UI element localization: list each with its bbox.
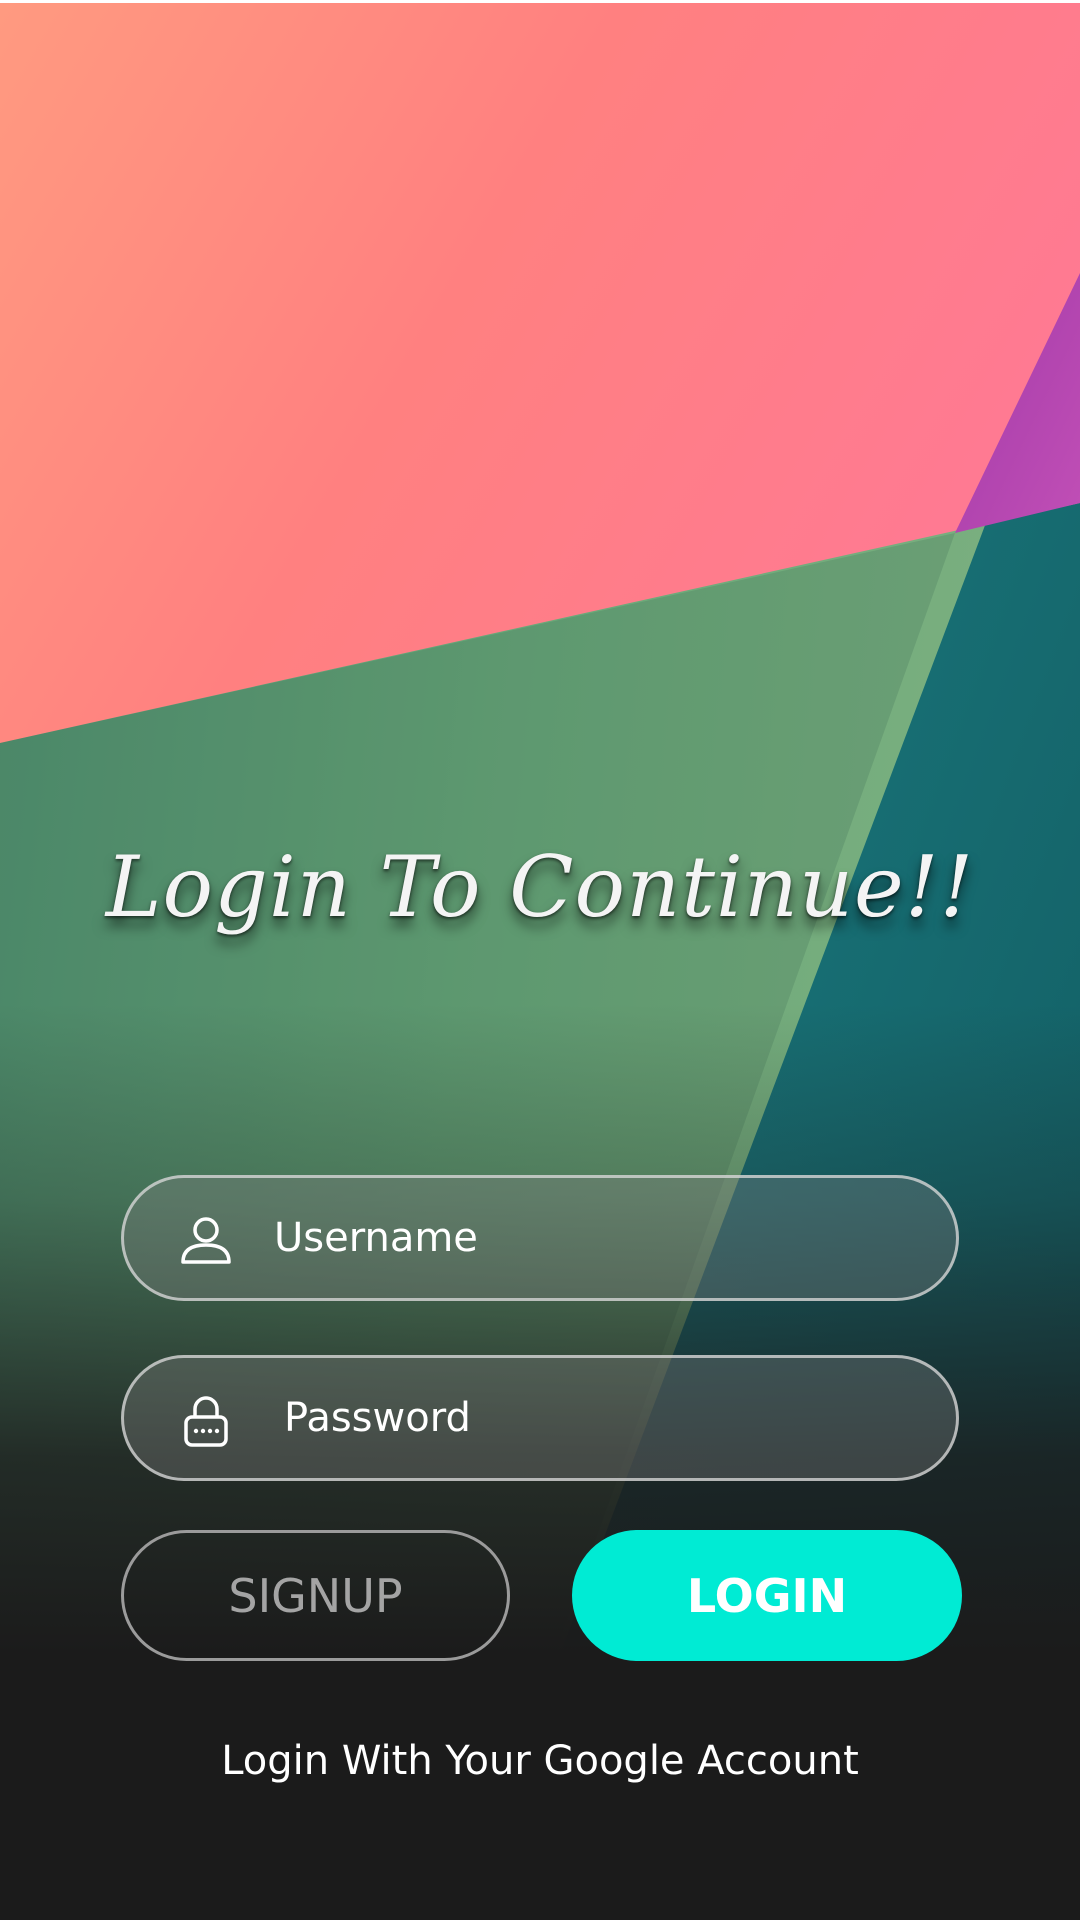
username-input[interactable]: [274, 1200, 914, 1276]
username-field[interactable]: [121, 1175, 959, 1301]
google-login-link[interactable]: Login With Your Google Account: [0, 1738, 1080, 1784]
password-field[interactable]: [121, 1355, 959, 1481]
lock-icon: [184, 1396, 228, 1447]
page-title: Login To Continue!!: [105, 838, 975, 936]
signup-button[interactable]: SIGNUP: [121, 1530, 510, 1661]
login-screen: Login To Continue!! SIGNUP LOGIN Login W…: [0, 0, 1080, 1920]
user-icon: [181, 1217, 231, 1264]
password-input[interactable]: [284, 1380, 924, 1456]
login-button[interactable]: LOGIN: [572, 1530, 962, 1661]
